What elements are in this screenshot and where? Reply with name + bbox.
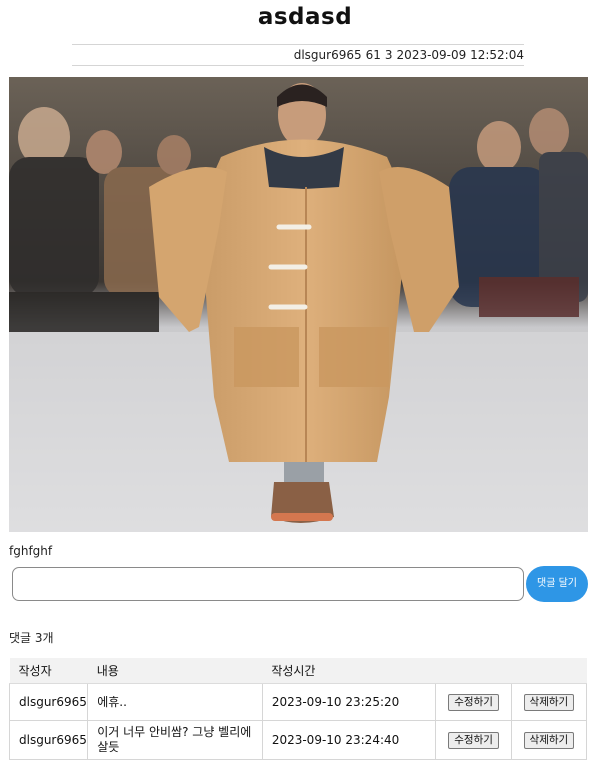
table-row: dlsgur6965 이거 너무 안비쌈? 그냥 벨리에 살듯 2023-09-… <box>8 720 588 760</box>
comment-content: 이거 너무 안비쌈? 그냥 벨리에 살듯 <box>87 720 263 760</box>
table-row: dlsgur6965 에휴.. 2023-09-10 23:25:20 수정하기… <box>8 683 588 721</box>
comment-input[interactable] <box>12 567 524 601</box>
header-author: 작성자 <box>9 658 88 684</box>
post-date: 2023-09-09 12:52:04 <box>396 48 524 62</box>
comments-header-row: 작성자 내용 작성시간 <box>9 658 587 684</box>
header-delete <box>511 658 587 684</box>
comment-time: 2023-09-10 23:24:40 <box>261 720 437 760</box>
edit-comment-button[interactable]: 수정하기 <box>448 731 499 749</box>
delete-comment-button[interactable]: 삭제하기 <box>523 693 575 711</box>
comments-table: 작성자 내용 작성시간 dlsgur6965 에휴.. 2023-09-10 2… <box>8 658 588 760</box>
post-body: fghfghf <box>9 544 53 558</box>
comment-time: 2023-09-10 23:25:20 <box>261 683 437 721</box>
post-image <box>9 77 588 532</box>
header-content: 내용 <box>87 658 263 684</box>
post-likes: 3 <box>384 48 393 62</box>
header-time: 작성시간 <box>262 658 436 684</box>
comment-content: 에휴.. <box>87 683 263 721</box>
post-views: 61 <box>365 48 381 62</box>
post-author: dlsgur6965 <box>293 48 362 62</box>
header-edit <box>435 658 512 684</box>
post-meta: dlsgur6965 61 3 2023-09-09 12:52:04 <box>72 44 524 66</box>
delete-comment-button[interactable]: 삭제하기 <box>523 731 575 749</box>
add-comment-button[interactable]: 댓글 달기 <box>526 566 588 602</box>
post-title: asdasd <box>257 4 353 30</box>
comment-author: dlsgur6965 <box>8 720 89 760</box>
comment-author: dlsgur6965 <box>8 683 89 721</box>
comment-count: 댓글 3개 <box>9 631 54 645</box>
edit-comment-button[interactable]: 수정하기 <box>448 693 499 711</box>
